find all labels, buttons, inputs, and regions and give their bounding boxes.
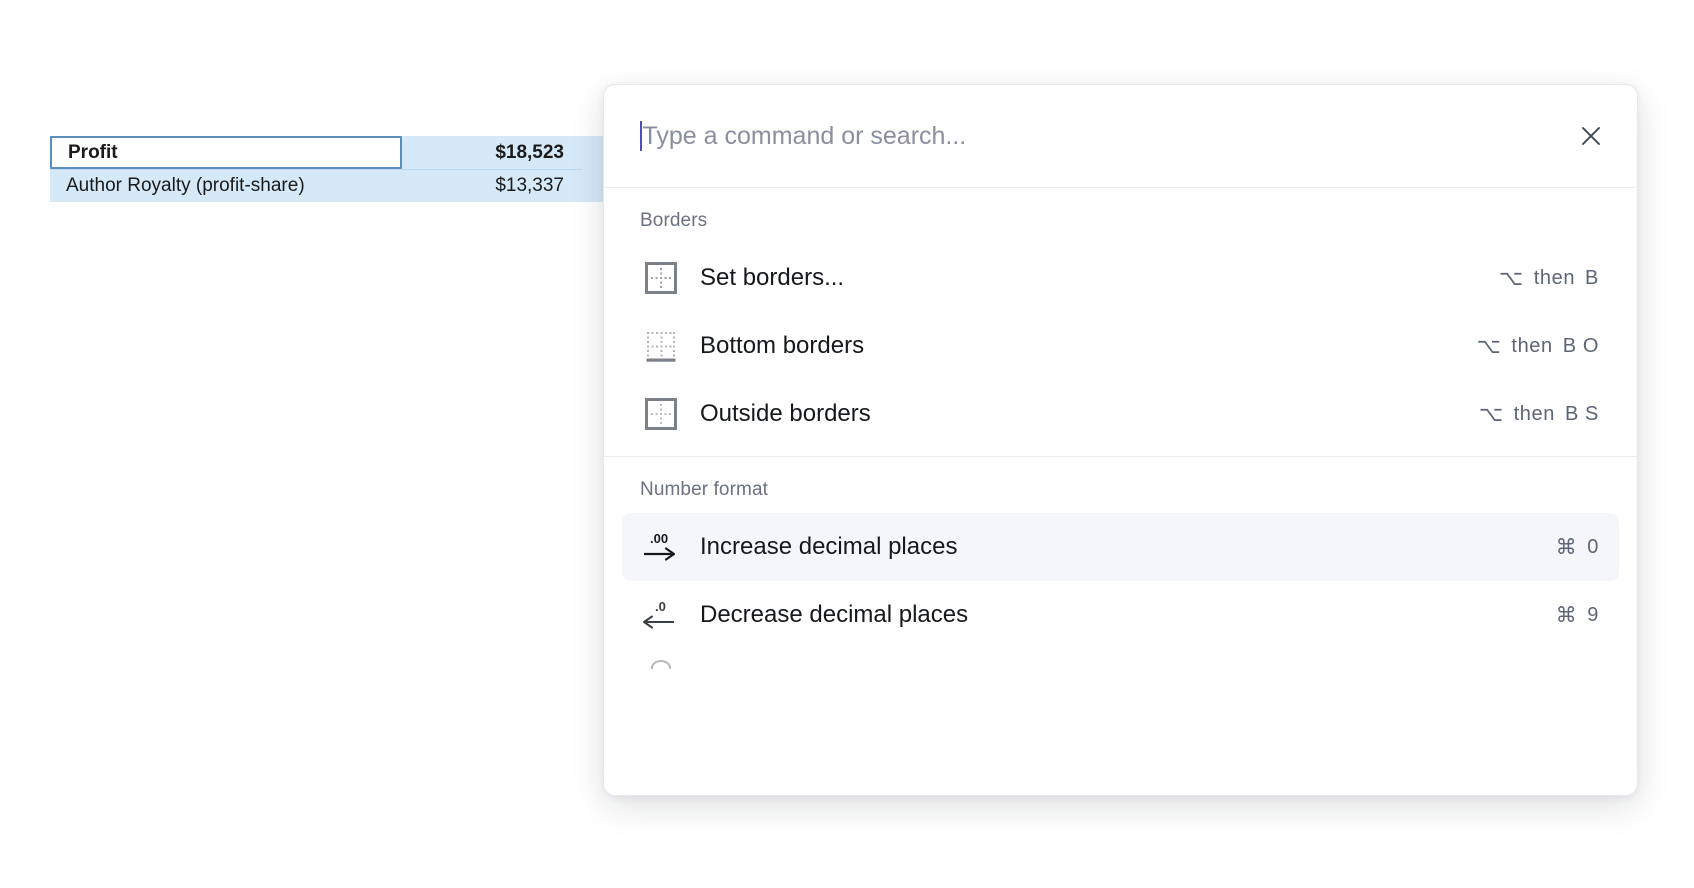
bottom-borders-icon	[640, 326, 682, 366]
command-item-shortcut: ⌘ 9	[1556, 603, 1599, 628]
command-item-label: Set borders...	[700, 264, 845, 291]
command-item-shortcut: ⌘ 0	[1556, 535, 1599, 560]
command-item-shortcut: ⌥ then B O	[1477, 334, 1599, 359]
command-list[interactable]: Borders Set borders... ⌥ then B Bottom b…	[604, 188, 1637, 795]
search-field-wrapper[interactable]	[640, 116, 1571, 156]
command-item-outside-borders[interactable]: Outside borders ⌥ then B S	[622, 380, 1619, 448]
set-borders-icon	[640, 258, 682, 298]
command-item-shortcut: ⌥ then B S	[1479, 402, 1599, 427]
command-item-increase-decimal-places[interactable]: .00 Increase decimal places ⌘ 0	[622, 513, 1619, 581]
cell-value-text: $13,337	[495, 175, 564, 196]
shortcut-keys: B	[1585, 266, 1599, 289]
cell-author-royalty-label[interactable]: Author Royalty (profit-share)	[50, 169, 402, 202]
decrease-decimal-icon: .0	[640, 595, 682, 635]
command-palette: Borders	[603, 84, 1638, 796]
shortcut-connector: then	[1513, 402, 1555, 425]
increase-decimal-icon: .00	[640, 527, 682, 567]
command-item-label: Decrease decimal places	[700, 601, 969, 628]
shortcut-modifier: ⌥	[1498, 266, 1524, 290]
text-caret	[640, 121, 642, 151]
table-row[interactable]: Author Royalty (profit-share) $13,337	[50, 169, 650, 202]
cell-label-text: Author Royalty (profit-share)	[66, 175, 305, 196]
table-row[interactable]: Profit $18,523	[50, 136, 650, 169]
command-item-label: Bottom borders	[700, 332, 865, 359]
command-item-bottom-borders[interactable]: Bottom borders ⌥ then B O	[622, 312, 1619, 380]
partial-icon	[640, 649, 682, 679]
command-item-label: Increase decimal places	[700, 533, 958, 560]
command-item-decrease-decimal-places[interactable]: .0 Decrease decimal places ⌘ 9	[622, 581, 1619, 649]
shortcut-modifier: ⌘	[1555, 603, 1578, 627]
command-palette-header	[604, 85, 1637, 188]
shortcut-keys: B S	[1564, 402, 1599, 425]
command-item-label: Outside borders	[700, 400, 871, 427]
shortcut-keys: 0	[1587, 535, 1599, 558]
cell-label-text: Profit	[68, 141, 118, 163]
shortcut-keys: 9	[1587, 603, 1599, 626]
command-item-set-borders[interactable]: Set borders... ⌥ then B	[622, 244, 1619, 312]
command-item-shortcut: ⌥ then B	[1499, 266, 1599, 291]
shortcut-keys: B O	[1562, 334, 1599, 357]
command-item-partial-cutoff[interactable]	[622, 649, 1619, 679]
cell-profit-label[interactable]: Profit	[50, 136, 402, 169]
group-heading-borders: Borders	[640, 210, 708, 231]
shortcut-modifier: ⌘	[1555, 535, 1578, 559]
cell-value-text: $18,523	[495, 141, 564, 163]
shortcut-modifier: ⌥	[1478, 402, 1504, 426]
close-button[interactable]	[1571, 116, 1611, 156]
command-search-input[interactable]	[642, 119, 1571, 153]
svg-text:.0: .0	[655, 599, 666, 614]
close-icon	[1578, 123, 1604, 149]
cell-profit-value[interactable]: $18,523	[402, 136, 582, 169]
outside-borders-icon	[640, 394, 682, 434]
shortcut-connector: then	[1511, 334, 1553, 357]
group-heading-number-format: Number format	[640, 479, 769, 500]
svg-text:.00: .00	[650, 531, 668, 546]
spreadsheet-selection: Profit $18,523 Author Royalty (profit-sh…	[50, 136, 650, 202]
cell-author-royalty-value[interactable]: $13,337	[402, 169, 582, 202]
shortcut-modifier: ⌥	[1476, 334, 1502, 358]
shortcut-connector: then	[1533, 266, 1576, 289]
